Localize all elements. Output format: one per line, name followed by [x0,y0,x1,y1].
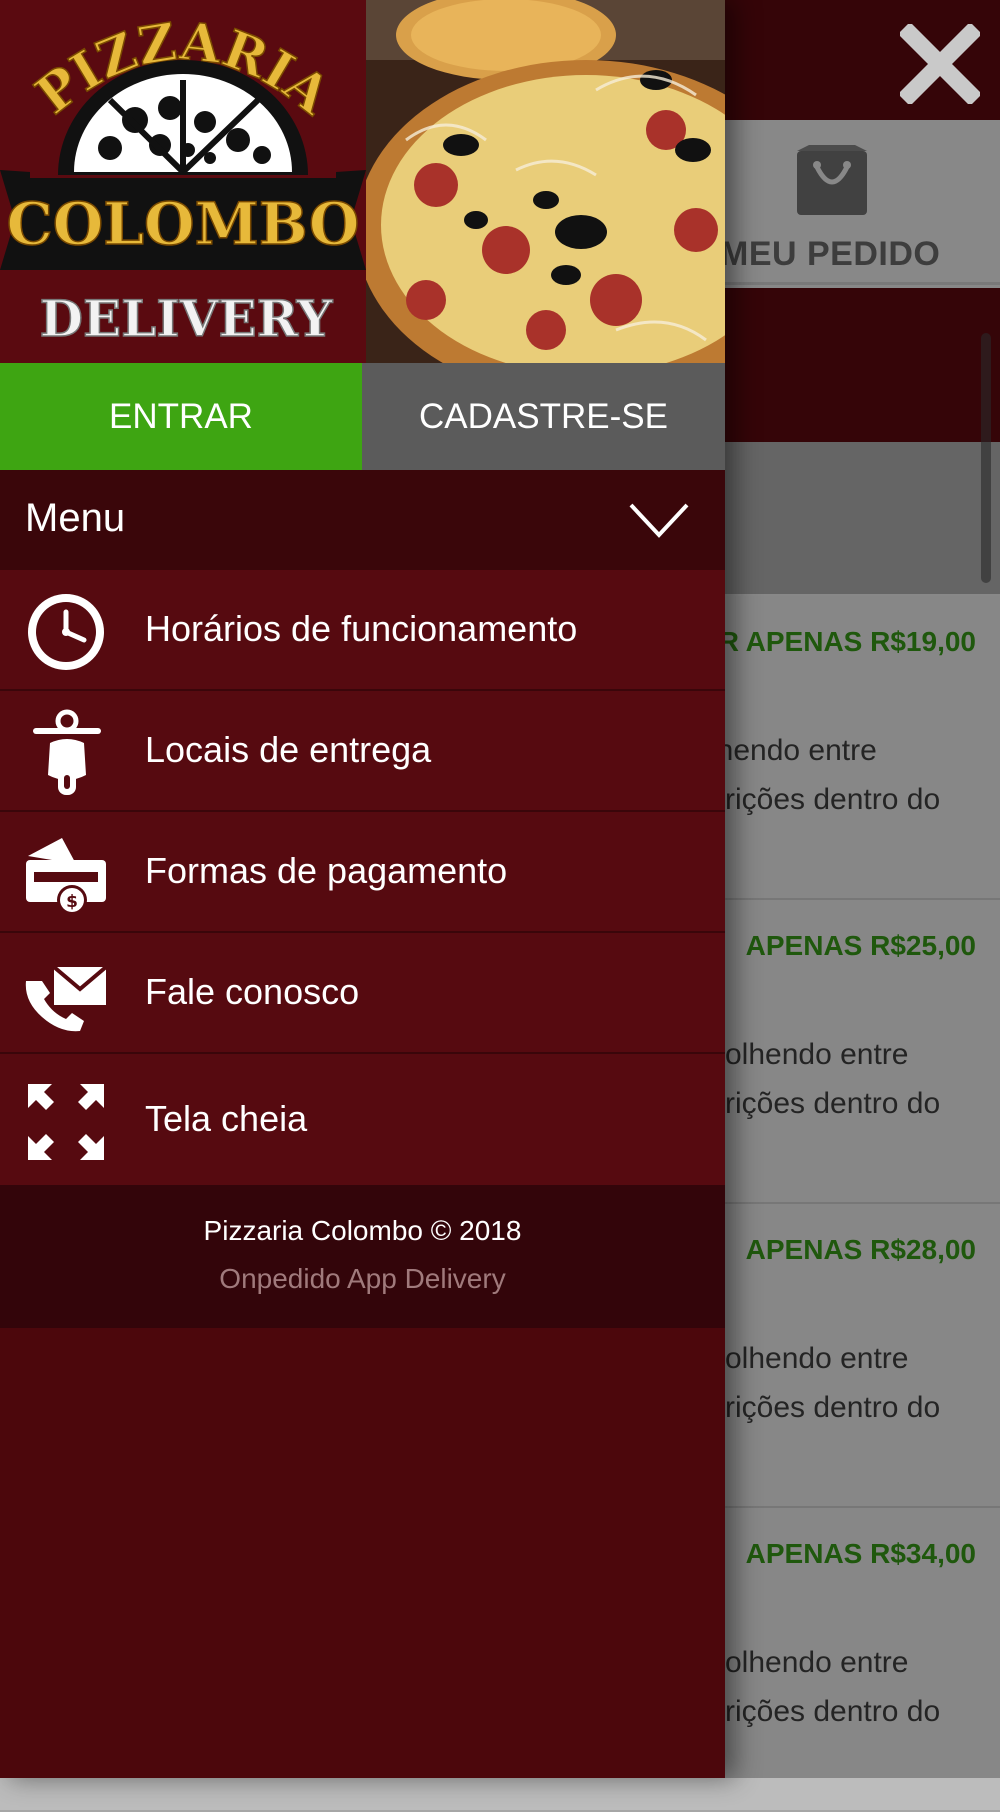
my-order-label: MEU PEDIDO [720,235,941,273]
fullscreen-icon [28,1084,104,1160]
menu-toggle[interactable]: Menu [0,470,725,570]
menu-list: Horários de funcionamento Locais de entr… [0,570,725,1188]
scooter-icon [33,709,101,795]
product-price: R APENAS R$19,00 [718,626,976,657]
menu-item-label: Horários de funcionamento [145,608,578,649]
copyright-text: Pizzaria Colombo © 2018 [203,1215,522,1246]
platform-credit[interactable]: Onpedido App Delivery [0,1263,725,1295]
menu-title: Menu [25,496,126,540]
menu-item-label: Fale conosco [145,971,360,1012]
svg-text:$: $ [66,892,78,912]
pizzaria-logo: PIZZARIA COLOMBO DELIVERY [0,0,366,363]
register-button[interactable]: CADASTRE-SE [362,363,725,470]
menu-item-label: Locais de entrega [145,729,432,770]
product-description: colhendo entre crições dentro do [710,1342,941,1424]
product-description: lhendo entre crições dentro do [710,734,941,816]
side-drawer: PIZZARIA COLOMBO DELIVERY ENTRAR CADASTR… [0,0,725,1778]
shopping-bag-icon [797,145,867,215]
close-icon[interactable] [900,24,980,104]
product-price: APENAS R$28,00 [745,1234,976,1265]
contact-icon [25,965,108,1032]
auth-buttons: ENTRAR CADASTRE-SE [0,363,725,470]
login-button[interactable]: ENTRAR [0,363,362,470]
product-price: APENAS R$25,00 [745,930,976,961]
drawer-header: PIZZARIA COLOMBO DELIVERY [0,0,725,363]
payment-icon: $ [26,838,106,915]
menu-item-delivery-areas[interactable]: Locais de entrega [0,691,725,812]
pizza-photo [366,0,725,363]
scrollbar[interactable] [981,333,991,583]
menu-item-fullscreen[interactable]: Tela cheia [0,1054,725,1188]
product-price: APENAS R$34,00 [745,1538,976,1569]
menu-item-opening-hours[interactable]: Horários de funcionamento [0,570,725,691]
product-description: colhendo entre crições dentro do [710,1646,941,1728]
menu-item-label: Formas de pagamento [145,850,508,891]
menu-item-contact[interactable]: Fale conosco [0,933,725,1054]
chevron-down-icon [629,503,689,538]
menu-item-payment-methods[interactable]: $ Formas de pagamento [0,812,725,933]
svg-text:COLOMBO: COLOMBO [7,190,360,258]
clock-icon [28,594,104,670]
svg-text:DELIVERY: DELIVERY [40,289,334,348]
menu-item-label: Tela cheia [145,1098,308,1139]
drawer-footer: Pizzaria Colombo © 2018 Onpedido App Del… [0,1185,725,1328]
product-description: colhendo entre crições dentro do [710,1038,941,1120]
